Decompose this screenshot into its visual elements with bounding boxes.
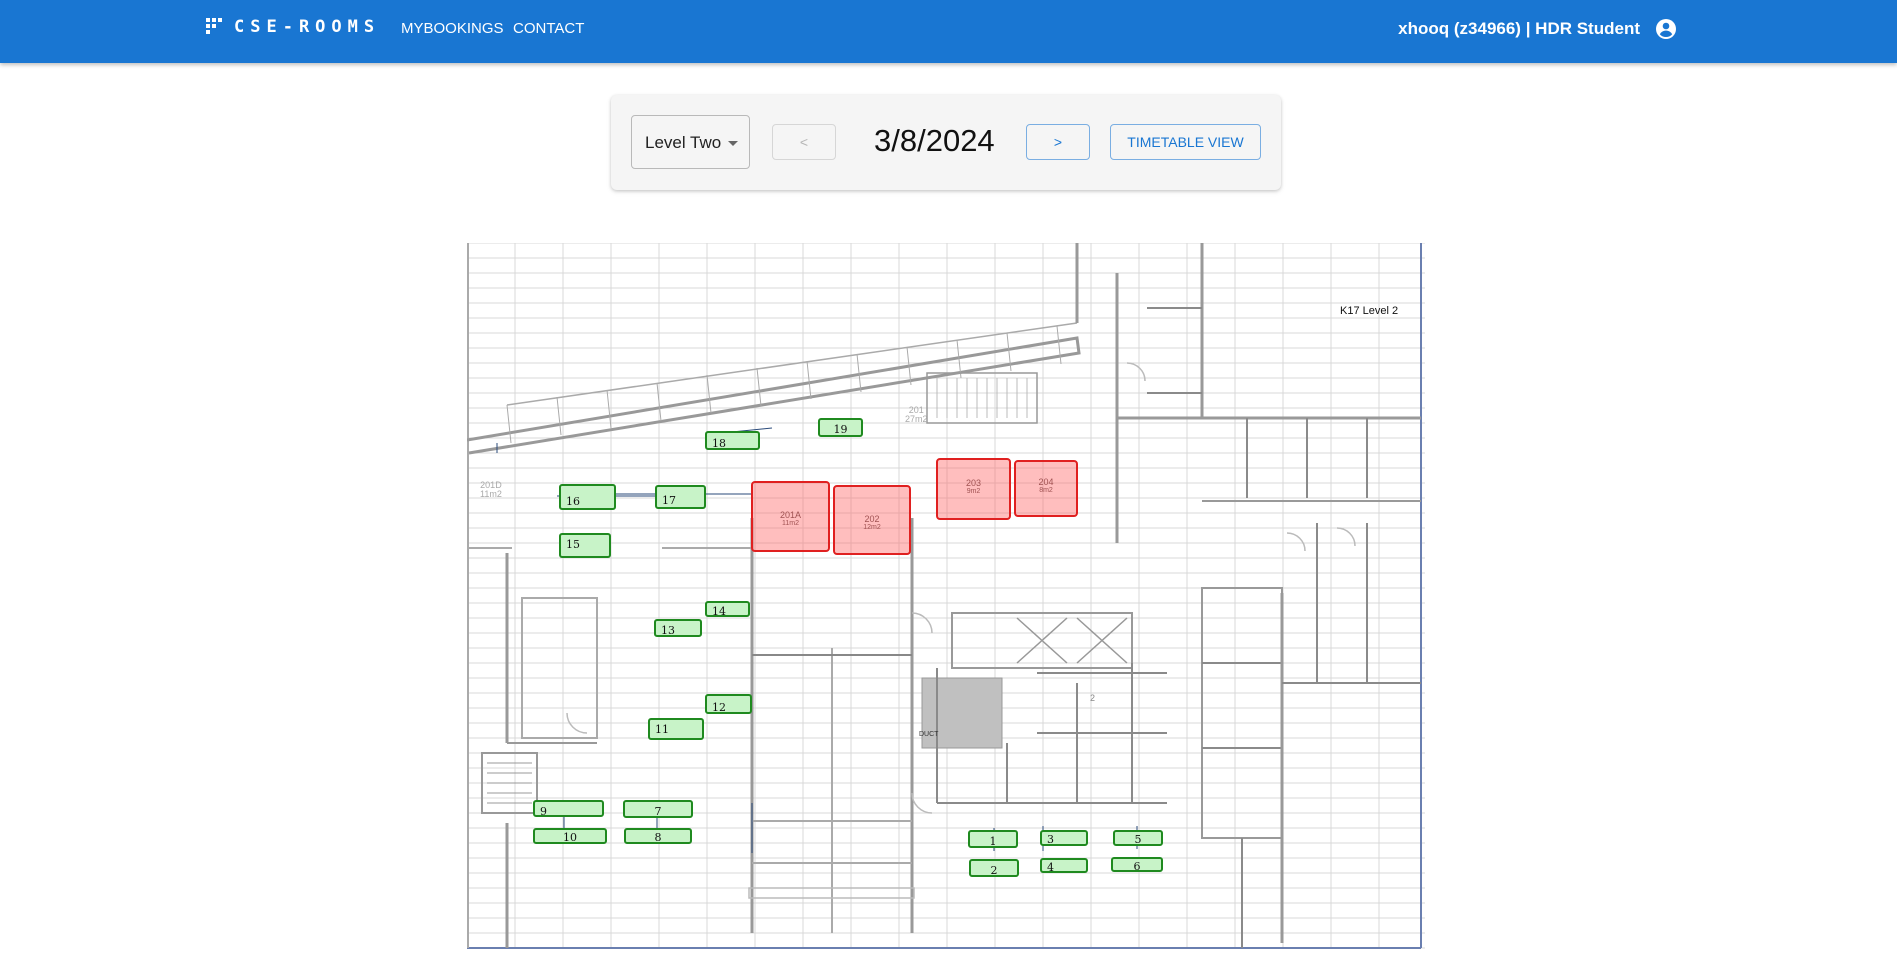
- desk-19[interactable]: 19: [818, 418, 863, 437]
- desk-14[interactable]: 14: [705, 601, 750, 618]
- account-circle-icon[interactable]: [1654, 17, 1678, 41]
- level-select[interactable]: Level Two: [631, 115, 750, 169]
- user-menu[interactable]: xhooq (z34966) | HDR Student: [1398, 17, 1678, 41]
- desk-1[interactable]: 1: [968, 830, 1018, 848]
- floor-plan: K17 Level 2 201D 11m2 201 27m2 DUCT 2 201A…: [467, 243, 1425, 949]
- desk-15[interactable]: 15: [559, 533, 611, 558]
- desk-2[interactable]: 2: [969, 859, 1019, 877]
- desk-3[interactable]: 3: [1040, 830, 1088, 846]
- floor-plan-title: K17 Level 2: [1340, 305, 1399, 317]
- grid-logo-icon: [206, 18, 222, 34]
- level-value: Level Two: [645, 133, 722, 152]
- desk-5[interactable]: 5: [1113, 830, 1163, 846]
- desk-8[interactable]: 8: [624, 828, 692, 844]
- room-204[interactable]: 204 8m2: [1014, 460, 1078, 517]
- desk-4[interactable]: 4: [1040, 858, 1088, 874]
- room-201d-label: 201D 11m2: [480, 480, 502, 499]
- room-203[interactable]: 203 9m2: [936, 458, 1011, 520]
- desk-12[interactable]: 12: [705, 694, 752, 714]
- next-day-button[interactable]: >: [1026, 124, 1090, 160]
- timetable-view-button[interactable]: TIMETABLE VIEW: [1110, 124, 1261, 160]
- desk-11[interactable]: 11: [648, 718, 704, 740]
- desk-16[interactable]: 16: [559, 484, 616, 510]
- brand[interactable]: CSE-ROOMS: [206, 17, 380, 37]
- nav-contact[interactable]: CONTACT: [513, 20, 584, 37]
- app-bar: CSE-ROOMS MYBOOKINGS CONTACT xhooq (z349…: [0, 0, 1897, 63]
- current-date: 3/8/2024: [874, 123, 995, 158]
- control-panel: Level Two < 3/8/2024 > TIMETABLE VIEW: [611, 95, 1281, 190]
- desk-18[interactable]: 18: [705, 431, 760, 450]
- desk-6[interactable]: 6: [1111, 857, 1163, 873]
- desk-17[interactable]: 17: [655, 485, 706, 509]
- prev-day-button[interactable]: <: [772, 124, 836, 160]
- brand-title: CSE-ROOMS: [234, 17, 381, 37]
- user-name: xhooq (z34966) | HDR Student: [1398, 19, 1640, 38]
- caret-down-icon: [728, 141, 738, 146]
- room-202[interactable]: 202 12m2: [833, 485, 911, 555]
- desk-13[interactable]: 13: [654, 619, 702, 637]
- desk-7[interactable]: 7: [623, 800, 693, 818]
- desk-10[interactable]: 10: [533, 828, 607, 844]
- nav-mybookings[interactable]: MYBOOKINGS: [401, 20, 504, 37]
- desk-9[interactable]: 9: [533, 800, 604, 818]
- room-201a[interactable]: 201A 11m2: [751, 481, 830, 552]
- duct-label: DUCT: [919, 731, 939, 738]
- floor-plan-drawing: [467, 243, 1425, 949]
- room-2-label: 2: [1090, 693, 1096, 703]
- room-201-label: 201 27m2: [905, 405, 928, 424]
